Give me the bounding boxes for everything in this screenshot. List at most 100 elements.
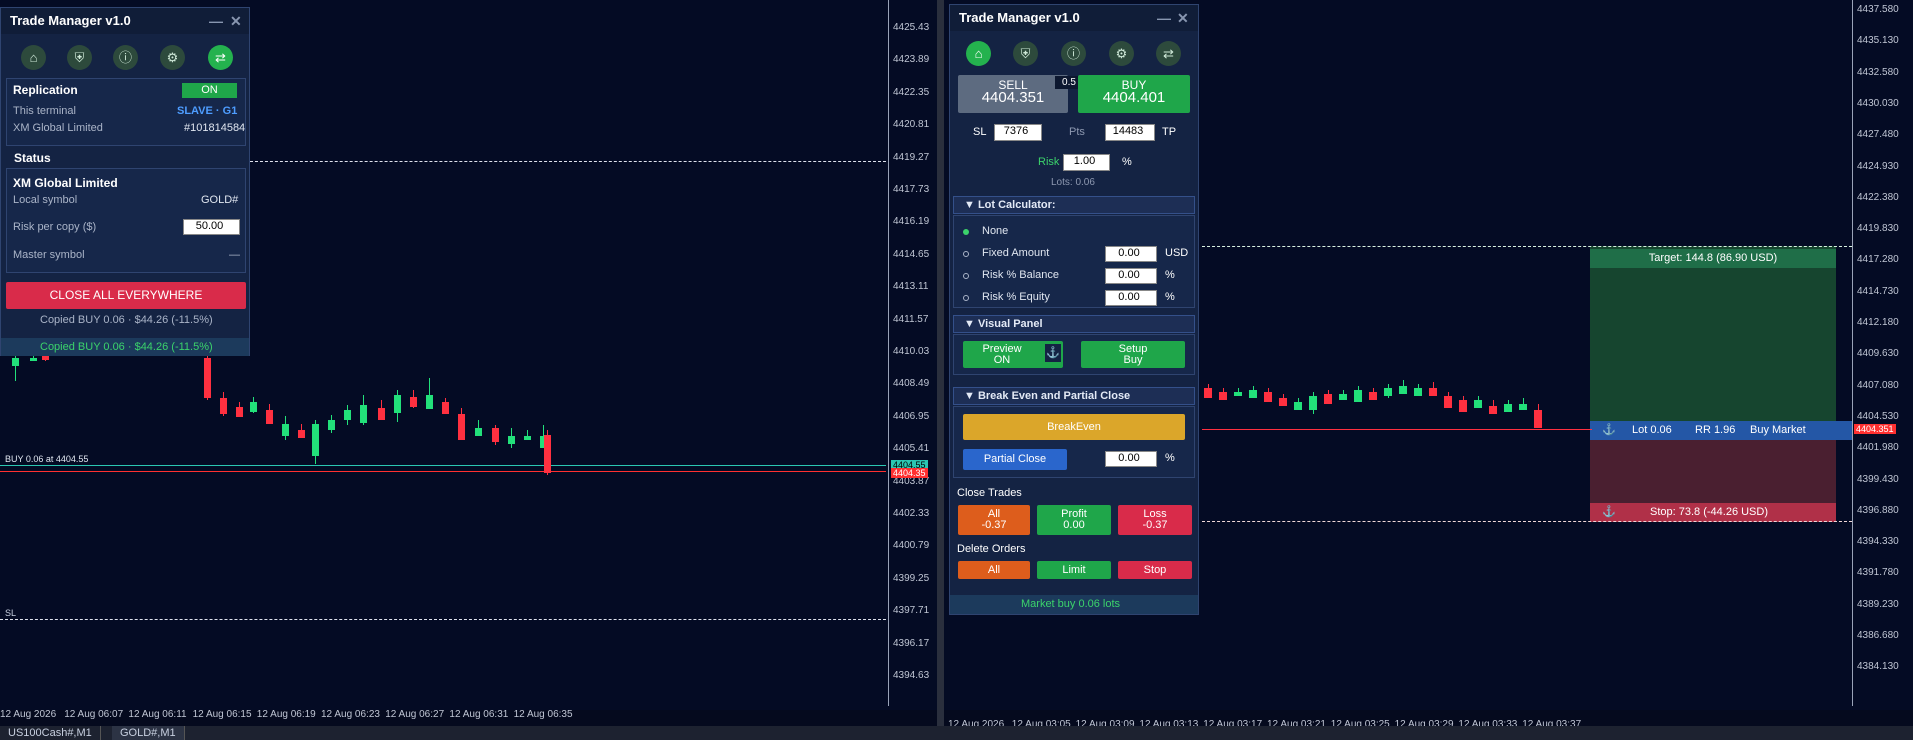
risk-per-copy-label: Risk per copy ($) [13, 221, 97, 233]
opt-balance[interactable]: Risk % Balance [982, 269, 1059, 281]
close-all-button[interactable]: All -0.37 [958, 505, 1030, 535]
delete-limit-button[interactable]: Limit [1037, 561, 1111, 579]
home-icon[interactable]: ⌂ [21, 45, 46, 70]
candle-body [394, 395, 401, 413]
breakeven-button[interactable]: BreakEven [963, 414, 1185, 440]
opt-none[interactable]: None [982, 225, 1008, 237]
replication-box: Replication ON This terminal SLAVE · G1 … [6, 78, 246, 146]
radio-equity-icon[interactable] [963, 295, 969, 301]
price-axis-label: 4414.730 [1857, 285, 1899, 297]
target-zone [1590, 246, 1836, 421]
price-axis-label: 4394.63 [893, 670, 930, 681]
fixed-amount-input[interactable]: 0.00 [1105, 246, 1157, 262]
buy-price: 4404.401 [1102, 89, 1166, 106]
info-icon[interactable]: ⓘ [1061, 41, 1086, 66]
stop-anchor-icon[interactable]: ⚓ [1602, 503, 1616, 522]
price-axis-label: 4414.65 [893, 248, 930, 260]
partial-close-button[interactable]: Partial Close [963, 449, 1067, 470]
candle-body [220, 398, 227, 414]
opt-fixed[interactable]: Fixed Amount [982, 247, 1049, 259]
time-axis-label: 12 Aug 06:23 [321, 709, 380, 720]
price-axis-label: 4396.880 [1857, 504, 1899, 516]
breakeven-header[interactable]: ▼ Break Even and Partial Close [953, 387, 1195, 405]
replication-icon[interactable]: ⇄ [1156, 41, 1181, 66]
minimize-icon[interactable]: — [209, 8, 223, 34]
tab-gold[interactable]: GOLD#,M1 [112, 726, 185, 740]
panel-title-bar[interactable]: Trade Manager v1.0 — ✕ [1, 8, 249, 34]
close-loss-button[interactable]: Loss -0.37 [1118, 505, 1192, 535]
chart-divider[interactable] [937, 0, 944, 740]
price-axis-label: 4407.080 [1857, 379, 1899, 391]
home-icon[interactable]: ⌂ [966, 41, 991, 66]
price-axis-label: 4394.330 [1857, 536, 1899, 548]
candle-body [1459, 400, 1467, 412]
sell-button[interactable]: SELL 4404.351 [958, 75, 1068, 113]
panel-title: Trade Manager v1.0 [10, 13, 131, 28]
anchor-icon[interactable]: ⚓ [1602, 421, 1616, 440]
candle-body [1324, 394, 1332, 404]
buy-line[interactable] [0, 465, 886, 466]
time-axis-label: 12 Aug 06:15 [192, 709, 252, 720]
buy-button[interactable]: BUY 4404.401 [1078, 75, 1190, 113]
candle-body [12, 358, 19, 366]
log-line-2: Copied BUY 0.06 · $44.26 (-11.5%) [40, 341, 213, 353]
risk-per-copy-input[interactable]: 50.00 [183, 219, 240, 235]
candle-body [360, 405, 367, 423]
price-axis-label: 4422.35 [893, 86, 930, 98]
radio-fixed-icon[interactable] [963, 251, 969, 257]
target-bar[interactable]: Target: 144.8 (86.90 USD) [1590, 249, 1836, 268]
status-box: XM Global Limited Local symbol GOLD# Ris… [6, 168, 246, 273]
shield-icon[interactable]: ⛨ [67, 45, 92, 70]
sl-input[interactable]: 7376 [994, 124, 1042, 141]
candle-body [1234, 392, 1242, 396]
candle-body [312, 424, 319, 456]
candle-body [1339, 394, 1347, 400]
panel-title-bar[interactable]: Trade Manager v1.0 — ✕ [950, 5, 1198, 31]
opt-equity[interactable]: Risk % Equity [982, 291, 1050, 303]
risk-equity-input[interactable]: 0.00 [1105, 290, 1157, 306]
candle-body [1354, 390, 1362, 402]
tp-input[interactable]: 14483 [1105, 124, 1155, 141]
sl-label: SL [5, 608, 17, 618]
radio-none-icon[interactable] [963, 229, 969, 235]
price-axis-label: 4410.03 [893, 346, 930, 357]
risk-input[interactable]: 1.00 [1063, 154, 1110, 171]
replication-icon[interactable]: ⇄ [208, 45, 233, 70]
price-tag-current: 4404.35 [891, 468, 928, 478]
lot-calculator-box: None Fixed Amount 0.00 USD Risk % Balanc… [953, 215, 1195, 308]
price-axis-label: 4409.630 [1857, 348, 1899, 360]
setup-buy-button[interactable]: Setup Buy [1081, 341, 1185, 368]
delete-stop-button[interactable]: Stop [1118, 561, 1192, 579]
sell-price: 4404.351 [981, 89, 1045, 106]
replication-toggle[interactable]: ON [182, 83, 237, 98]
stop-bar[interactable]: ⚓ Stop: 73.8 (-44.26 USD) [1590, 503, 1836, 522]
visual-panel-header[interactable]: ▼ Visual Panel [953, 315, 1195, 333]
level-line [250, 161, 886, 162]
candle-body [442, 402, 449, 414]
partial-close-input[interactable]: 0.00 [1105, 451, 1157, 467]
gear-icon[interactable]: ⚙ [1109, 41, 1134, 66]
shield-icon[interactable]: ⛨ [1013, 41, 1038, 66]
price-axis-label: 4404.530 [1857, 410, 1899, 422]
price-axis-label: 4402.33 [893, 508, 930, 519]
price-axis-label: 4420.81 [893, 119, 930, 131]
close-profit-button[interactable]: Profit 0.00 [1037, 505, 1111, 535]
sl-line[interactable] [0, 619, 886, 620]
minimize-icon[interactable]: — [1157, 5, 1171, 31]
price-axis-label: 4413.11 [893, 281, 929, 293]
entry-bar[interactable]: ⚓ Lot 0.06 RR 1.96 Buy Market [1590, 421, 1852, 440]
risk-balance-input[interactable]: 0.00 [1105, 268, 1157, 284]
gear-icon[interactable]: ⚙ [160, 45, 185, 70]
info-icon[interactable]: ⓘ [113, 45, 138, 70]
candle-body [1504, 404, 1512, 412]
target-line[interactable] [1202, 246, 1852, 247]
preview-anchor-icon[interactable]: ⚓ [1045, 344, 1061, 362]
tab-us100[interactable]: US100Cash#,M1 [0, 726, 101, 740]
close-icon[interactable]: ✕ [230, 8, 242, 34]
stop-line[interactable] [1202, 521, 1852, 522]
radio-balance-icon[interactable] [963, 273, 969, 279]
close-all-everywhere-button[interactable]: CLOSE ALL EVERYWHERE [6, 282, 246, 309]
close-icon[interactable]: ✕ [1177, 5, 1189, 31]
delete-all-button[interactable]: All [958, 561, 1030, 579]
lot-calculator-header[interactable]: ▼ Lot Calculator: [953, 196, 1195, 214]
